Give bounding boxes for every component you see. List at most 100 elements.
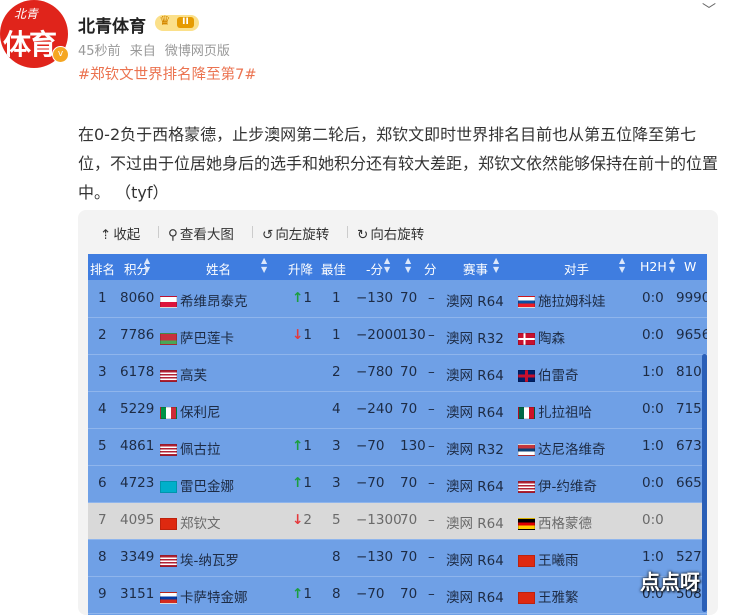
dash-cell: – <box>428 364 435 380</box>
collapse-icon: ⇡ <box>100 227 112 243</box>
dash-cell: – <box>428 327 435 343</box>
ranking-screenshot: 排名 积分 ▲ ▼ 姓名 ▲ ▼ 升降 最佳 -分 ▲ ▼ ▲ ▼ 分 赛事 ▲ ▼ 对手… <box>88 254 707 615</box>
sort-icon: ▲ ▼ <box>669 256 676 274</box>
player-cell: 卡萨特金娜 <box>160 586 248 606</box>
rotate-right-label: 向右旋转 <box>370 227 425 243</box>
diff-cell: −70 <box>356 475 385 491</box>
event-cell: 澳网 R64 <box>446 405 504 421</box>
best-cell: 8 <box>332 586 341 602</box>
diff-cell: −1300 <box>356 512 402 528</box>
player-cell: 埃-纳瓦罗 <box>160 549 239 569</box>
opponent-cell: 扎拉祖哈 <box>518 401 592 421</box>
player-name: 萨巴莲卡 <box>180 331 234 347</box>
rank-cell: 3 <box>98 364 107 380</box>
arrow-down-icon: ↓ <box>292 512 304 528</box>
rank-change: ↑1 <box>292 290 312 306</box>
player-name: 埃-纳瓦罗 <box>180 553 239 569</box>
opponent-name: 王雅繁 <box>538 590 579 606</box>
player-cell: 萨巴莲卡 <box>160 327 234 347</box>
sort-icon: ▲ ▼ <box>144 256 151 274</box>
dash-cell: – <box>428 586 435 602</box>
account-name[interactable]: 北青体育 <box>78 12 146 37</box>
flag-icon <box>518 592 535 604</box>
view-large-button[interactable]: ⚲ 查看大图 <box>168 223 234 243</box>
rank-change: ↑1 <box>292 438 312 454</box>
topic-link[interactable]: #郑钦文世界排名降至第7# <box>78 63 257 84</box>
pts-cell: 70 <box>400 549 418 565</box>
h2h-cell: 0:0 <box>642 327 664 343</box>
flag-icon <box>518 481 535 493</box>
vip-badge[interactable]: ♛ II <box>155 14 199 31</box>
best-cell: 8 <box>332 549 341 565</box>
scrollbar[interactable] <box>702 354 707 612</box>
opponent-name: 达尼洛维奇 <box>538 442 606 458</box>
change-value: 1 <box>303 475 312 491</box>
crown-icon: ♛ <box>159 14 171 29</box>
flag-icon <box>160 296 177 308</box>
change-value: 1 <box>303 327 312 343</box>
h2h-cell: 0:0 <box>642 401 664 417</box>
verified-badge-icon: v <box>52 46 69 63</box>
event-cell: 澳网 R64 <box>446 368 504 384</box>
event-cell: 澳网 R64 <box>446 479 504 495</box>
header-w: W <box>684 259 697 274</box>
points-cell: 5229 <box>120 401 155 417</box>
rank-change: ↓2 <box>292 512 312 528</box>
points-cell: 3349 <box>120 549 155 565</box>
sort-icon: ▲ ▼ <box>261 256 268 274</box>
header-pts: 分 <box>424 262 437 277</box>
pts-cell: 70 <box>400 401 418 417</box>
table-row: 7 4095 郑钦文 ↓2 5 −1300 70– 澳网 R64 西格蒙德 0:0 <box>88 503 707 540</box>
h2h-cell: 1:0 <box>642 364 664 380</box>
dash-cell: – <box>428 290 435 306</box>
table-row: 3 6178 高芙 2 −780 70– 澳网 R64 伯雷奇 1:0 8108 <box>88 355 707 392</box>
rotate-left-button[interactable]: ↺ 向左旋转 <box>262 223 329 243</box>
w-cell: 9656 <box>676 327 707 343</box>
player-name: 雷巴金娜 <box>180 479 234 495</box>
change-value: 2 <box>303 512 312 528</box>
points-cell: 3151 <box>120 586 155 602</box>
collapse-button[interactable]: ⇡ 收起 <box>100 223 140 243</box>
rank-change: ↑1 <box>292 475 312 491</box>
flag-icon <box>518 407 535 419</box>
table-row: 8 3349 埃-纳瓦罗 8 −130 70– 澳网 R64 王曦雨 1:0 5279 <box>88 540 707 577</box>
arrow-up-icon: ↑ <box>292 438 304 454</box>
avatar-text-main: 体育 <box>3 28 57 61</box>
flag-icon <box>518 555 535 567</box>
header-diff: -分 <box>366 262 384 277</box>
flag-icon <box>518 444 535 456</box>
table-row: 5 4861 佩古拉 ↑1 3 −70 130– 澳网 R32 达尼洛维奇 1:0 6731 <box>88 429 707 466</box>
rotate-left-label: 向左旋转 <box>275 227 330 243</box>
divider <box>347 226 348 238</box>
dash-cell: – <box>428 401 435 417</box>
w-cell: 9990 <box>676 290 707 306</box>
post-source[interactable]: 微博网页版 <box>165 44 230 59</box>
opponent-cell: 王雅繁 <box>518 586 579 606</box>
table-row: 6 4723 雷巴金娜 ↑1 3 −70 70– 澳网 R64 伊-约维奇 0:0 6653 <box>88 466 707 503</box>
collapse-label: 收起 <box>113 227 141 243</box>
dash-cell: – <box>428 549 435 565</box>
best-cell: 4 <box>332 401 341 417</box>
watermark: 点点呀 <box>640 570 700 594</box>
pts-cell: 70 <box>400 512 418 528</box>
diff-cell: −130 <box>356 290 394 306</box>
opponent-name: 王曦雨 <box>538 553 579 569</box>
rank-cell: 4 <box>98 401 107 417</box>
player-name: 高芙 <box>180 368 207 384</box>
dash-cell: – <box>428 475 435 491</box>
event-cell: 澳网 R64 <box>446 294 504 310</box>
rank-cell: 5 <box>98 438 107 454</box>
table-row: 2 7786 萨巴莲卡 ↓1 1 −2000 130– 澳网 R32 陶森 0:0 9656 <box>88 318 707 355</box>
best-cell: 2 <box>332 364 341 380</box>
rank-cell: 7 <box>98 512 107 528</box>
event-cell: 澳网 R64 <box>446 516 504 532</box>
rotate-right-button[interactable]: ↻ 向右旋转 <box>357 223 424 243</box>
opponent-name: 施拉姆科娃 <box>538 294 606 310</box>
flag-icon <box>518 370 535 382</box>
avatar-text-top: 北青 <box>14 7 39 21</box>
opponent-name: 伯雷奇 <box>538 368 579 384</box>
chevron-down-icon[interactable]: ﹀ <box>702 0 716 20</box>
table-row: 9 3151 卡萨特金娜 ↑1 8 −70 70– 澳网 R64 王雅繁 0:0 5081 <box>88 577 707 614</box>
table-row: 1 8060 希维昂泰克 ↑1 1 −130 70– 澳网 R64 施拉姆科娃 0:0 9990 <box>88 281 707 318</box>
h2h-cell: 1:0 <box>642 438 664 454</box>
